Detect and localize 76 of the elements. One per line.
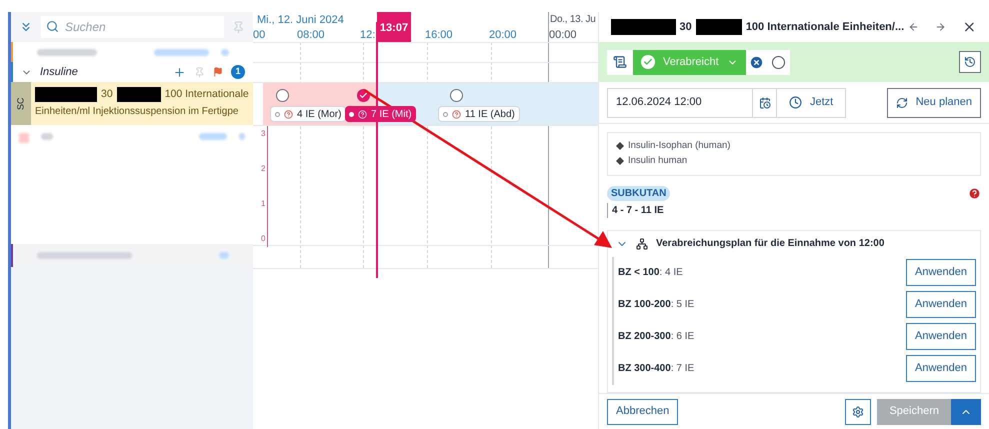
axis-tick-label: 1 [261, 198, 266, 210]
dose-chip[interactable]: 4 IE (Mor) [270, 106, 346, 122]
previous-icon[interactable] [908, 21, 920, 33]
replan-button[interactable]: Neu planen [886, 88, 981, 118]
group-title: Insuline [40, 64, 78, 80]
axis-tick-label: 3 [261, 128, 266, 140]
calendar-button[interactable] [753, 88, 777, 118]
rule-text: BZ 300-400: 7 IE [618, 362, 694, 376]
next-icon[interactable] [935, 21, 946, 33]
question-icon [358, 110, 367, 118]
calendar-icon [758, 96, 770, 108]
medication-name: 100 Internationale [164, 87, 249, 102]
search-icon [46, 20, 59, 33]
check-icon [359, 91, 368, 100]
settings-button[interactable] [845, 398, 872, 424]
hour-label: 20:00 [489, 28, 517, 43]
redaction-block [116, 86, 161, 102]
apply-button[interactable]: Anwenden [906, 259, 976, 286]
blurred-text [199, 133, 227, 140]
redaction-block [611, 19, 676, 35]
document-icon [613, 55, 627, 69]
settings-icon [852, 406, 864, 418]
ingredient-text: Insulin human [628, 154, 688, 168]
apply-button[interactable]: Anwenden [906, 323, 976, 350]
rule-text: BZ 200-300: 6 IE [618, 330, 694, 344]
blurred-marker [19, 133, 29, 143]
question-icon [284, 110, 293, 118]
hour-label: 12: [360, 28, 376, 43]
apply-button[interactable]: Anwenden [906, 291, 976, 318]
blurred-text [221, 48, 229, 56]
axis-tick-label: 0 [261, 233, 266, 245]
hour-label: 00:00 [549, 28, 577, 43]
redaction-block [696, 19, 742, 35]
flag-icon[interactable] [213, 67, 223, 77]
blurred-text [154, 48, 209, 56]
dose-chip[interactable]: 11 IE (Abd) [438, 106, 520, 122]
plan-icon [636, 238, 648, 250]
current-time-badge: 13:07 [377, 12, 411, 42]
dose-chip[interactable]: 7 IE (Mit) [345, 106, 416, 122]
ingredient-text: Insulin-Isophan (human) [628, 139, 730, 153]
date-label: Do., 13. Ju [550, 13, 596, 27]
blurred-text [37, 48, 97, 56]
dialog-title: 100 Internationale Einheiten/... [746, 20, 904, 35]
more-button[interactable] [951, 398, 981, 424]
now-button[interactable]: Jetzt [777, 88, 846, 118]
dose-text: 30 [101, 87, 113, 102]
hour-label: 16:00 [425, 28, 453, 43]
add-icon[interactable] [173, 66, 186, 78]
plan-title: Verabreichungsplan für die Einnahme von 12:00 [656, 237, 884, 251]
check-icon [641, 55, 655, 69]
cancel-icon [749, 54, 764, 70]
rule-text: BZ 100-200: 5 IE [618, 298, 694, 312]
help-icon[interactable] [968, 186, 981, 200]
count-badge: 1 [231, 65, 245, 79]
clock-icon [789, 96, 802, 109]
cancel-button[interactable]: Abbrechen [607, 398, 678, 424]
dose-text: 4 - 7 - 11 IE [607, 202, 664, 218]
apply-button[interactable]: Anwenden [906, 355, 976, 382]
history-icon [964, 56, 976, 68]
question-icon [452, 110, 461, 118]
hour-label: 08:00 [297, 28, 325, 43]
history-button[interactable] [959, 51, 981, 73]
blurred-text [239, 133, 245, 140]
rule-text: BZ < 100: 4 IE [618, 266, 683, 280]
replan-icon [896, 96, 908, 108]
redaction-block [35, 86, 97, 102]
axis-tick-label: 2 [261, 163, 266, 175]
search-field[interactable]: Suchen [41, 16, 224, 38]
hour-label: 00 [253, 28, 266, 43]
dialog-title: 30 [680, 20, 692, 35]
route-tag: SUBKUTAN [607, 186, 670, 200]
blurred-text [219, 252, 229, 259]
medication-name: Einheiten/ml Injektionssuspension im Fertigpe [35, 105, 240, 119]
date-label: Mi., 12. Juni 2024 [257, 13, 344, 28]
blurred-text [41, 133, 53, 140]
date-field[interactable]: 12.06.2024 12:00 [607, 88, 753, 118]
